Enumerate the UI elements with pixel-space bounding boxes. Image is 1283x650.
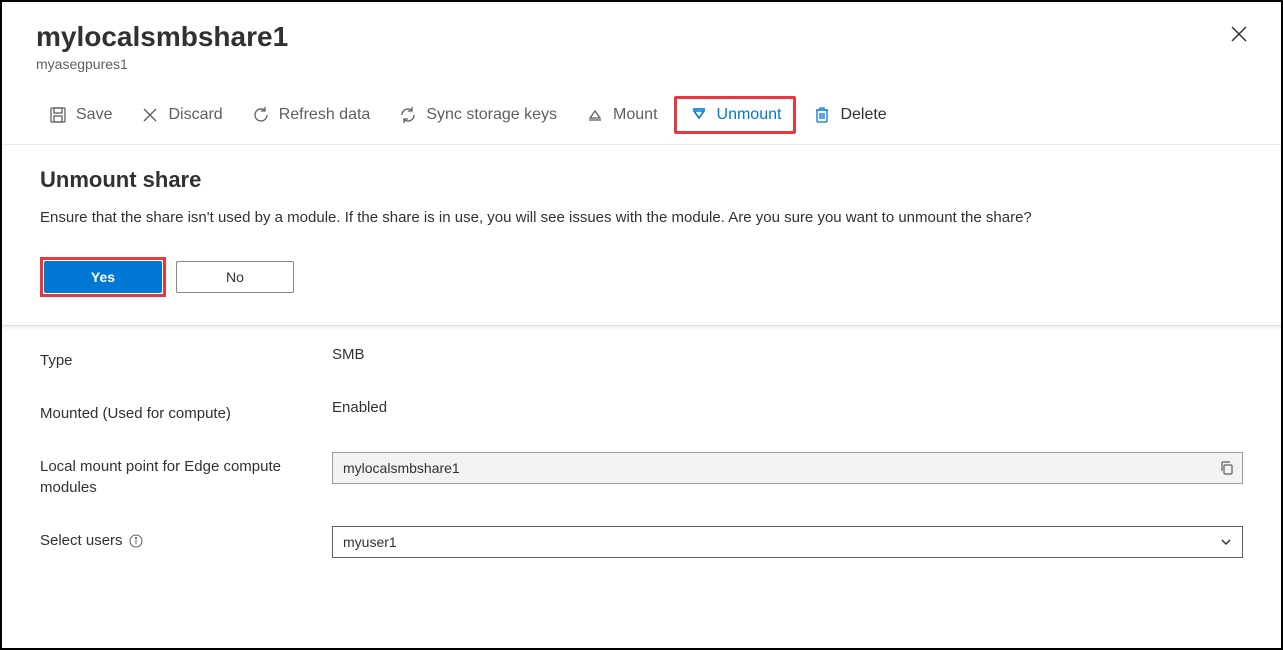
close-button[interactable] — [1227, 22, 1251, 46]
no-button[interactable]: No — [176, 261, 294, 293]
dialog-title: Unmount share — [40, 167, 1243, 193]
users-label-text: Select users — [40, 530, 123, 551]
info-icon[interactable] — [129, 534, 143, 548]
copy-button[interactable] — [1219, 460, 1235, 476]
sync-label: Sync storage keys — [426, 106, 557, 124]
save-icon — [48, 105, 68, 125]
yes-button[interactable]: Yes — [44, 261, 162, 293]
unmount-button[interactable]: Unmount — [674, 96, 797, 134]
mountpoint-input[interactable]: mylocalsmbshare1 — [332, 452, 1243, 484]
command-bar: Save Discard Refresh data Sync storage k… — [2, 82, 1281, 145]
unmount-label: Unmount — [717, 106, 782, 124]
discard-button[interactable]: Discard — [128, 99, 234, 131]
discard-label: Discard — [168, 106, 222, 124]
refresh-icon — [251, 105, 271, 125]
mounted-label: Mounted (Used for compute) — [40, 399, 332, 424]
sync-button[interactable]: Sync storage keys — [386, 99, 569, 131]
mounted-value: Enabled — [332, 399, 1243, 416]
mount-label: Mount — [613, 106, 657, 124]
refresh-label: Refresh data — [279, 106, 371, 124]
mountpoint-row: Local mount point for Edge compute modul… — [40, 452, 1243, 498]
mountpoint-label: Local mount point for Edge compute modul… — [40, 452, 332, 498]
details-form: Type SMB Mounted (Used for compute) Enab… — [2, 326, 1281, 606]
mounted-row: Mounted (Used for compute) Enabled — [40, 399, 1243, 424]
users-value: myuser1 — [343, 534, 397, 550]
users-label: Select users — [40, 526, 332, 551]
page-subtitle: myasegpures1 — [36, 56, 1247, 72]
mount-button[interactable]: Mount — [573, 99, 669, 131]
save-label: Save — [76, 106, 112, 124]
mountpoint-value: mylocalsmbshare1 — [343, 460, 460, 476]
dialog-text: Ensure that the share isn't used by a mo… — [40, 207, 1243, 230]
sync-icon — [398, 105, 418, 125]
dialog-buttons: Yes No — [40, 257, 1243, 297]
unmount-icon — [689, 105, 709, 125]
type-row: Type SMB — [40, 346, 1243, 371]
chevron-down-icon — [1219, 535, 1233, 549]
copy-icon — [1219, 460, 1235, 476]
page-title: mylocalsmbshare1 — [36, 20, 1247, 54]
users-row: Select users myuser1 — [40, 526, 1243, 558]
mount-icon — [585, 105, 605, 125]
users-dropdown[interactable]: myuser1 — [332, 526, 1243, 558]
save-button[interactable]: Save — [36, 99, 124, 131]
unmount-dialog: Unmount share Ensure that the share isn'… — [2, 145, 1281, 327]
discard-icon — [140, 105, 160, 125]
close-icon — [1227, 22, 1251, 46]
yes-highlight: Yes — [40, 257, 166, 297]
delete-label: Delete — [840, 106, 886, 124]
type-value: SMB — [332, 346, 1243, 363]
delete-icon — [812, 105, 832, 125]
blade-header: mylocalsmbshare1 myasegpures1 — [2, 2, 1281, 82]
type-label: Type — [40, 346, 332, 371]
refresh-button[interactable]: Refresh data — [239, 99, 383, 131]
delete-button[interactable]: Delete — [800, 99, 898, 131]
